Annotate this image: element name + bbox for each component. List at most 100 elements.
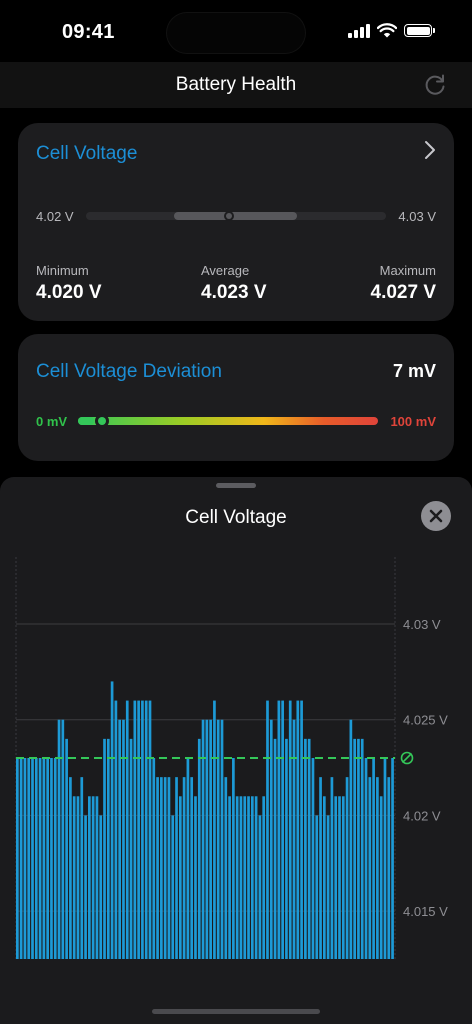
bar xyxy=(61,719,65,959)
bar xyxy=(80,777,84,959)
bar xyxy=(114,700,118,959)
bar xyxy=(228,796,231,959)
deviation-gauge-knob xyxy=(95,414,109,428)
bar xyxy=(387,777,391,959)
bar xyxy=(330,777,334,959)
bar xyxy=(171,815,175,959)
bar xyxy=(160,777,163,959)
deviation-value: 7 mV xyxy=(392,361,436,381)
bar xyxy=(391,758,394,959)
bar xyxy=(372,758,375,959)
deviation-gauge-fill xyxy=(78,417,94,425)
deviation-gauge xyxy=(78,414,378,428)
bar xyxy=(110,681,114,959)
cell-voltage-card[interactable]: Cell Voltage 4.02 V 4.03 V Minimum 4.020… xyxy=(18,123,454,321)
stat-minimum: Minimum 4.020 V xyxy=(36,263,102,304)
bar xyxy=(175,777,178,959)
bar xyxy=(182,777,186,959)
y-tick-label: 4.025 V xyxy=(403,713,448,728)
bar xyxy=(216,719,220,959)
bar xyxy=(95,796,99,959)
bar xyxy=(57,719,61,959)
bar xyxy=(91,796,95,959)
bar xyxy=(285,738,288,959)
stat-minimum-label: Minimum xyxy=(36,263,89,278)
voltage-range-track xyxy=(86,211,386,221)
home-indicator xyxy=(152,1009,320,1014)
bar xyxy=(99,815,103,959)
stat-maximum-label: Maximum xyxy=(379,263,436,278)
bar xyxy=(19,758,23,959)
bar xyxy=(178,796,182,959)
bar xyxy=(296,700,300,959)
bar xyxy=(213,700,216,959)
bar xyxy=(262,796,266,959)
bar xyxy=(76,796,80,959)
average-marker-slash xyxy=(401,752,413,764)
bar xyxy=(292,719,296,959)
battery-icon xyxy=(404,24,435,37)
bar xyxy=(129,738,133,959)
bar xyxy=(258,815,262,959)
bar xyxy=(349,719,353,959)
bar xyxy=(137,700,140,959)
bar xyxy=(273,738,277,959)
refresh-icon[interactable] xyxy=(422,72,448,98)
bar xyxy=(300,700,303,959)
cell-voltage-chart: 4.015 V 4.02 V 4.025 V 4.03 V xyxy=(15,557,448,959)
bar xyxy=(205,719,209,959)
bar xyxy=(194,796,197,959)
bar xyxy=(106,738,110,959)
bar xyxy=(46,758,50,959)
bar xyxy=(163,777,167,959)
bar xyxy=(65,738,68,959)
cell-voltage-card-title: Cell Voltage xyxy=(36,143,138,164)
bar xyxy=(186,758,190,959)
voltage-range-segment xyxy=(174,212,297,220)
stat-average-label: Average xyxy=(201,263,250,278)
bar xyxy=(144,700,148,959)
bar xyxy=(364,758,368,959)
stat-maximum: Maximum 4.027 V xyxy=(371,263,437,304)
bar xyxy=(69,777,72,959)
cell-voltage-deviation-card[interactable]: Cell Voltage Deviation 7 mV 0 mV 100 mV xyxy=(18,334,454,461)
bar xyxy=(201,719,205,959)
close-icon xyxy=(429,509,443,523)
bar xyxy=(148,700,152,959)
bar xyxy=(338,796,341,959)
bar xyxy=(288,700,292,959)
chevron-right-icon xyxy=(425,141,435,159)
bar xyxy=(281,700,284,959)
wifi-icon xyxy=(377,23,397,38)
bar xyxy=(141,700,144,959)
gauge-max-label: 100 mV xyxy=(390,414,436,429)
bar xyxy=(277,700,281,959)
bar xyxy=(122,719,125,959)
bar xyxy=(167,777,171,959)
bar xyxy=(156,777,159,959)
bar xyxy=(27,758,31,959)
bar xyxy=(197,738,201,959)
bar xyxy=(34,758,38,959)
bar xyxy=(311,758,315,959)
bar xyxy=(50,758,53,959)
bar xyxy=(319,777,322,959)
stat-minimum-value: 4.020 V xyxy=(36,282,102,303)
sheet-title: Cell Voltage xyxy=(185,507,287,528)
bar xyxy=(23,758,27,959)
bar xyxy=(357,738,360,959)
bar xyxy=(243,796,247,959)
close-button[interactable] xyxy=(421,501,451,531)
sheet-grabber[interactable] xyxy=(216,483,256,488)
range-max-label: 4.03 V xyxy=(398,209,436,224)
bar xyxy=(379,796,383,959)
bar xyxy=(84,815,87,959)
bar xyxy=(133,700,137,959)
bar xyxy=(247,796,250,959)
bar xyxy=(31,758,34,959)
bar xyxy=(360,738,364,959)
bar xyxy=(254,796,258,959)
bar xyxy=(307,738,311,959)
y-tick-label: 4.015 V xyxy=(403,904,448,919)
bar xyxy=(376,777,379,959)
